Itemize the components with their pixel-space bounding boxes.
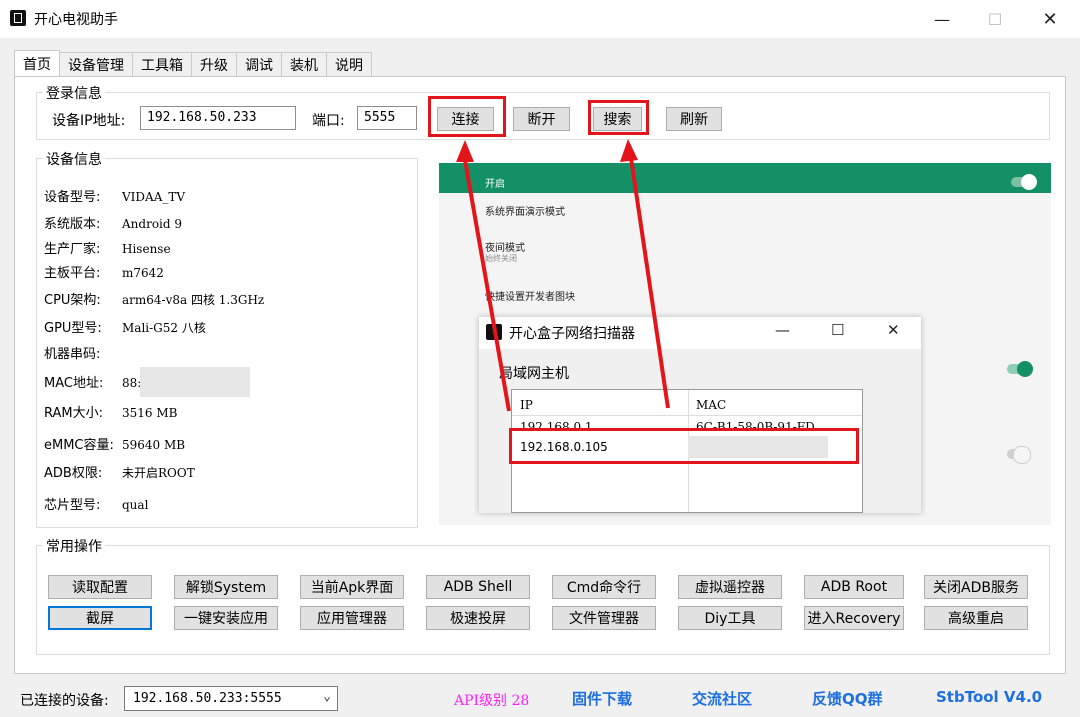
network-scanner-window: 开心盒子网络扫描器 — ☐ ✕ 局域网主机 IP MAC 192.168.0.1…: [479, 317, 921, 513]
maximize-icon[interactable]: ☐: [975, 6, 1015, 32]
device-row-os: 系统版本: Android 9: [44, 217, 183, 232]
device-row-emmc: eMMC容量: 59640 MB: [44, 438, 186, 453]
community-link[interactable]: 交流社区: [692, 688, 752, 709]
connected-device-select[interactable]: 192.168.50.233:5555 ⌄: [124, 686, 338, 711]
device-row-adb: ADB权限: 未开启ROOT: [44, 466, 195, 481]
close-icon[interactable]: ✕: [1030, 6, 1070, 32]
login-legend: 登录信息: [43, 83, 105, 103]
connected-device-label: 已连接的设备:: [20, 693, 109, 709]
connected-device-value: 192.168.50.233:5555: [133, 691, 282, 706]
port-input[interactable]: 5555: [357, 106, 417, 130]
tab-debug[interactable]: 调试: [236, 52, 282, 76]
row2-ip[interactable]: 192.168.0.105: [520, 440, 608, 454]
redaction-mask: [140, 367, 250, 397]
tab-install[interactable]: 装机: [281, 52, 327, 76]
minimize-icon[interactable]: —: [922, 6, 962, 32]
toggle-on-icon: [1011, 174, 1037, 190]
api-level: API级别 28: [454, 693, 530, 709]
title-bar: 开心电视助手 — ☐ ✕: [0, 0, 1080, 38]
common-ops-legend: 常用操作: [43, 536, 105, 556]
device-row-model: 设备型号: VIDAA_TV: [44, 190, 186, 205]
ip-label: 设备IP地址:: [52, 113, 126, 129]
scanner-app-icon: [486, 324, 502, 340]
device-info-legend: 设备信息: [43, 149, 105, 169]
port-label: 端口:: [312, 113, 345, 129]
app-manager-button[interactable]: 应用管理器: [300, 606, 404, 630]
col-ip-header: IP: [520, 398, 533, 412]
read-config-button[interactable]: 读取配置: [48, 575, 152, 599]
file-manager-button[interactable]: 文件管理器: [552, 606, 656, 630]
tv-item-night-sub: 始终关闭: [485, 254, 517, 263]
col-mac-header: MAC: [696, 398, 727, 412]
tv-item-quick: 快捷设置开发者图块: [485, 292, 575, 303]
cmd-button[interactable]: Cmd命令行: [552, 575, 656, 599]
common-ops-group: 常用操作: [36, 536, 1050, 655]
disconnect-button[interactable]: 断开: [513, 107, 570, 131]
grid-header: [512, 390, 862, 416]
tv-header-bar: [439, 163, 1051, 193]
tab-toolbox[interactable]: 工具箱: [132, 52, 192, 76]
tv-item-demo: 系统界面演示模式: [485, 207, 565, 218]
diy-tools-button[interactable]: Diy工具: [678, 606, 782, 630]
host-grid[interactable]: IP MAC 192.168.0.1 6C-B1-58-0B-91-FD 192…: [511, 389, 863, 513]
row1-ip[interactable]: 192.168.0.1: [520, 420, 593, 434]
window-title: 开心电视助手: [34, 12, 118, 28]
device-row-gpu: GPU型号: Mali-G52 八核: [44, 321, 206, 336]
scanner-maximize-icon[interactable]: ☐: [831, 321, 844, 339]
advanced-reboot-button[interactable]: 高级重启: [924, 606, 1028, 630]
search-button[interactable]: 搜索: [593, 107, 642, 131]
install-app-button[interactable]: 一键安装应用: [174, 606, 278, 630]
toggle-off-icon: [1007, 446, 1031, 464]
scanner-minimize-icon[interactable]: —: [775, 321, 790, 339]
device-row-vendor: 生产厂家: Hisense: [44, 242, 171, 257]
tab-help[interactable]: 说明: [326, 52, 372, 76]
chevron-down-icon: ⌄: [323, 689, 331, 704]
screen-cast-button[interactable]: 极速投屏: [426, 606, 530, 630]
device-row-cpu: CPU架构: arm64-v8a 四核 1.3GHz: [44, 293, 265, 308]
mac-redaction-mask: [688, 436, 828, 458]
version-label: StbTool V4.0: [936, 688, 1043, 706]
device-row-platform: 主板平台: m7642: [44, 266, 164, 281]
tab-upgrade[interactable]: 升级: [191, 52, 237, 76]
ip-input[interactable]: 192.168.50.233: [140, 106, 296, 130]
toggle-green-icon: [1007, 361, 1033, 377]
tv-item-on: 开启: [485, 179, 505, 190]
adb-root-button[interactable]: ADB Root: [804, 575, 904, 599]
tv-item-night: 夜间模式: [485, 243, 525, 254]
scanner-close-icon[interactable]: ✕: [887, 321, 900, 339]
device-row-mac: MAC地址: 88:: [44, 376, 142, 391]
tab-device-manage[interactable]: 设备管理: [59, 52, 133, 76]
connect-button[interactable]: 连接: [437, 107, 494, 131]
device-row-serial: 机器串码:: [44, 347, 101, 362]
recovery-button[interactable]: 进入Recovery: [804, 606, 904, 630]
firmware-download-link[interactable]: 固件下载: [572, 688, 632, 709]
close-adb-button[interactable]: 关闭ADB服务: [924, 575, 1028, 599]
scanner-title: 开心盒子网络扫描器: [509, 326, 635, 342]
screenshot-button[interactable]: 截屏: [48, 606, 152, 630]
current-apk-button[interactable]: 当前Apk界面: [300, 575, 404, 599]
unlock-system-button[interactable]: 解锁System: [174, 575, 278, 599]
row1-mac[interactable]: 6C-B1-58-0B-91-FD: [696, 420, 815, 434]
tab-bar: 首页 设备管理 工具箱 升级 调试 装机 说明: [14, 50, 372, 76]
qq-group-link[interactable]: 反馈QQ群: [812, 688, 883, 709]
app-icon: [10, 10, 26, 26]
device-row-chip: 芯片型号: qual: [44, 498, 149, 513]
adb-shell-button[interactable]: ADB Shell: [426, 575, 530, 599]
virtual-remote-button[interactable]: 虚拟遥控器: [678, 575, 782, 599]
tab-home[interactable]: 首页: [14, 50, 60, 76]
refresh-button[interactable]: 刷新: [666, 107, 722, 131]
scanner-group-label: 局域网主机: [499, 366, 569, 382]
device-row-ram: RAM大小: 3516 MB: [44, 406, 178, 421]
